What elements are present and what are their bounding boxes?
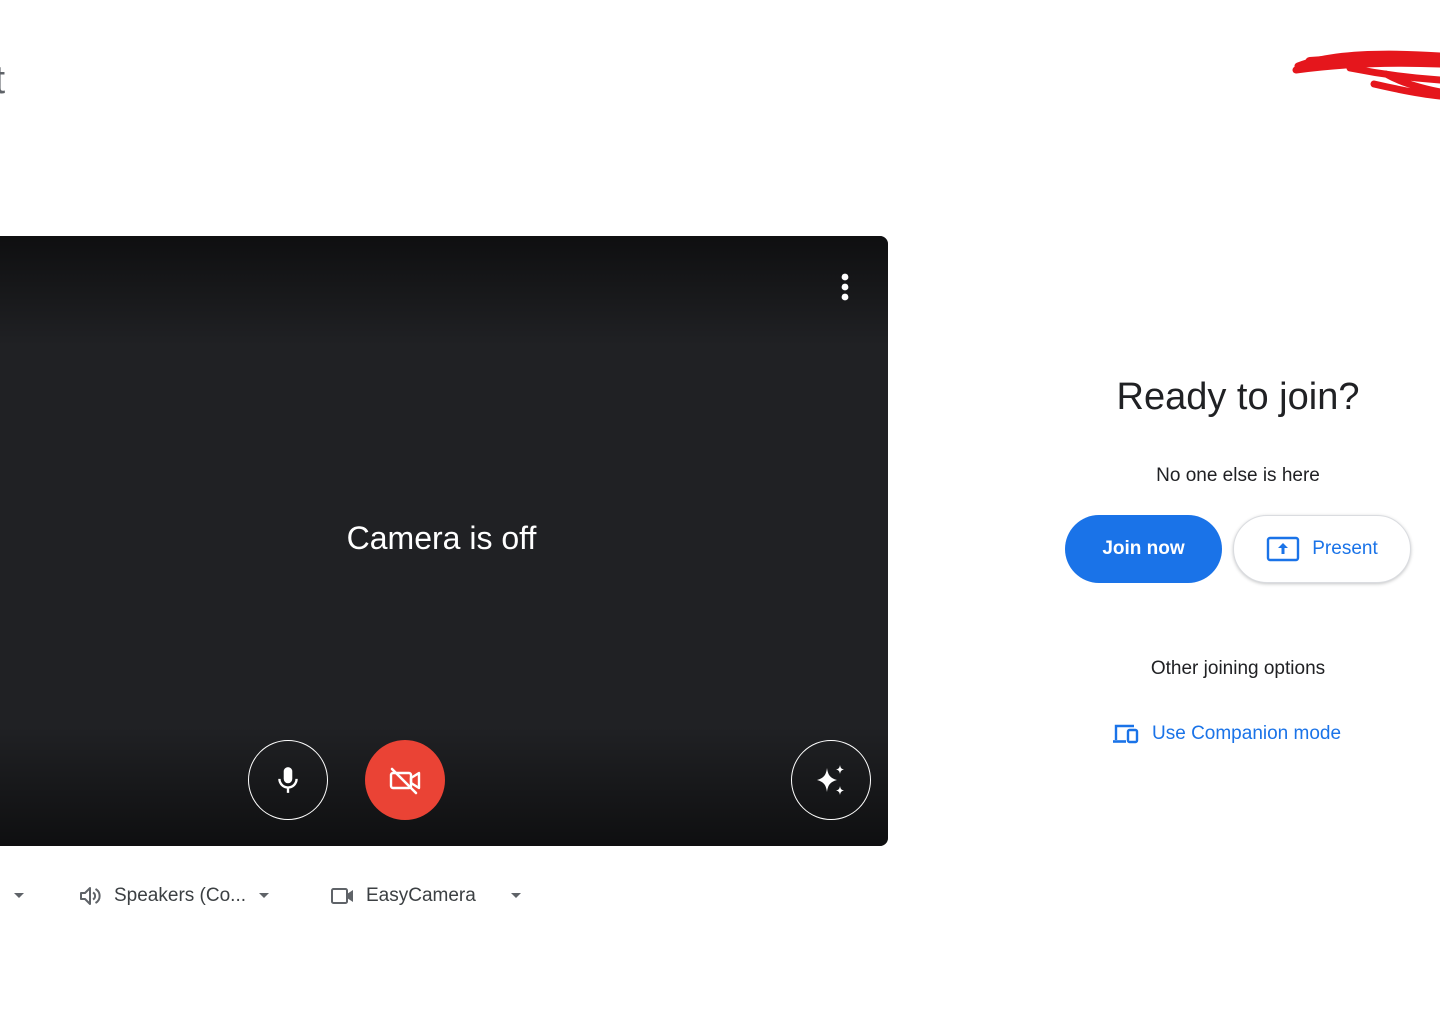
microphone-selector[interactable]: . — [0, 876, 25, 916]
join-now-button[interactable]: Join now — [1065, 515, 1222, 583]
present-to-all-icon — [1266, 536, 1300, 562]
volume-icon — [78, 884, 104, 908]
companion-mode-link[interactable]: Use Companion mode — [1112, 718, 1341, 750]
visual-effects-button[interactable] — [791, 740, 871, 820]
devices-icon — [1112, 723, 1140, 745]
more-options-button[interactable] — [828, 270, 862, 304]
device-selectors: . Speakers (Co... — [0, 876, 600, 916]
mic-icon — [278, 767, 298, 793]
present-button[interactable]: Present — [1233, 515, 1411, 583]
sparkle-icon — [817, 765, 844, 795]
app-title: t — [0, 58, 5, 103]
chevron-down-icon — [258, 892, 270, 900]
microphone-label: . — [0, 885, 1, 907]
camera-status: Camera is off — [346, 520, 537, 556]
chevron-down-icon — [510, 892, 522, 900]
participants-status: No one else is here — [1156, 465, 1320, 486]
chevron-down-icon — [13, 892, 25, 900]
companion-label: Use Companion mode — [1152, 723, 1342, 744]
mic-toggle-button[interactable] — [248, 740, 328, 820]
camera-label: EasyCamera — [366, 885, 476, 906]
self-preview: Camera is off — [0, 236, 888, 846]
redaction-scribble — [1292, 50, 1440, 100]
speaker-label: Speakers (Co... — [114, 885, 246, 906]
present-label: Present — [1312, 538, 1378, 559]
preview-top-gradient — [0, 236, 888, 346]
camera-toggle-button[interactable] — [365, 740, 445, 820]
speaker-selector[interactable]: Speakers (Co... — [78, 876, 270, 916]
camera-selector[interactable]: EasyCamera — [330, 876, 522, 916]
meet-prejoin-page: t Camera is off — [0, 0, 1440, 1024]
more-vert-icon — [841, 273, 849, 301]
videocam-icon — [330, 885, 356, 907]
ready-to-join-heading: Ready to join? — [1116, 376, 1360, 418]
videocam-off-icon — [389, 767, 421, 795]
other-joining-options-label: Other joining options — [1150, 658, 1326, 679]
